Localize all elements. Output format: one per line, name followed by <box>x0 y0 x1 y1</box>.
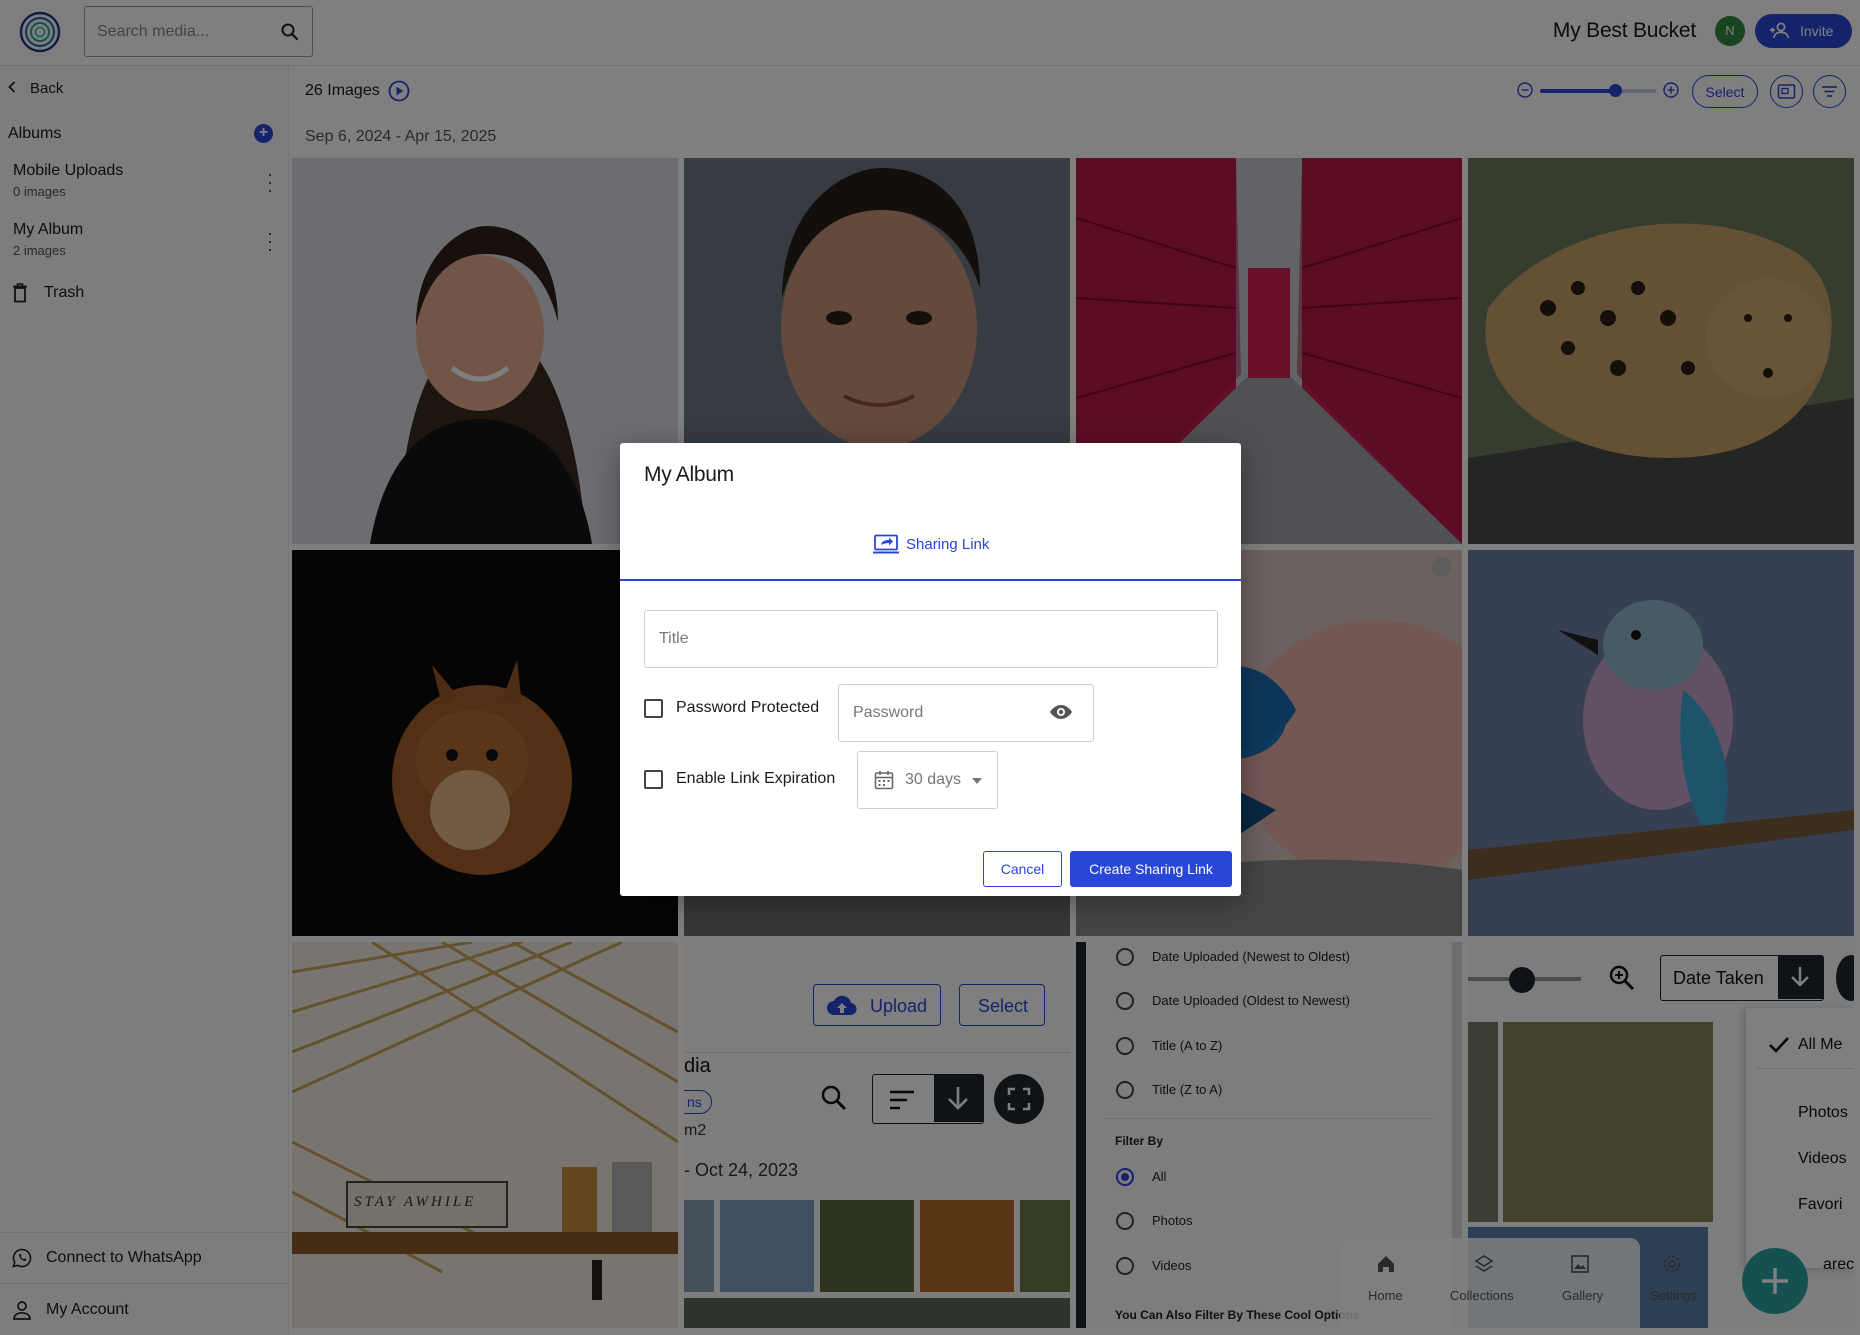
share-album-dialog: My Album Sharing Link Password Protected… <box>620 443 1241 896</box>
tab-sharing-link[interactable]: Sharing Link <box>620 521 1241 581</box>
title-field <box>644 610 1218 668</box>
expiration-days-value: 30 days <box>905 771 962 788</box>
share-screen-icon <box>873 534 899 554</box>
caret-down-icon <box>972 778 982 784</box>
tab-sharing-link-label: Sharing Link <box>906 536 990 553</box>
expiration-days-select[interactable]: 30 days <box>857 751 998 809</box>
cancel-button[interactable]: Cancel <box>983 851 1062 887</box>
password-input[interactable] <box>853 685 1033 741</box>
password-protected-label: Password Protected <box>676 699 820 716</box>
title-input[interactable] <box>659 611 1199 667</box>
password-field <box>838 684 1094 742</box>
enable-link-expiration-label: Enable Link Expiration <box>676 770 836 787</box>
password-protected-checkbox[interactable] <box>644 699 663 718</box>
calendar-icon <box>874 771 894 790</box>
create-sharing-link-button[interactable]: Create Sharing Link <box>1070 851 1232 887</box>
enable-link-expiration-checkbox[interactable] <box>644 770 663 789</box>
dialog-title: My Album <box>644 463 734 486</box>
eye-icon[interactable] <box>1049 700 1073 724</box>
